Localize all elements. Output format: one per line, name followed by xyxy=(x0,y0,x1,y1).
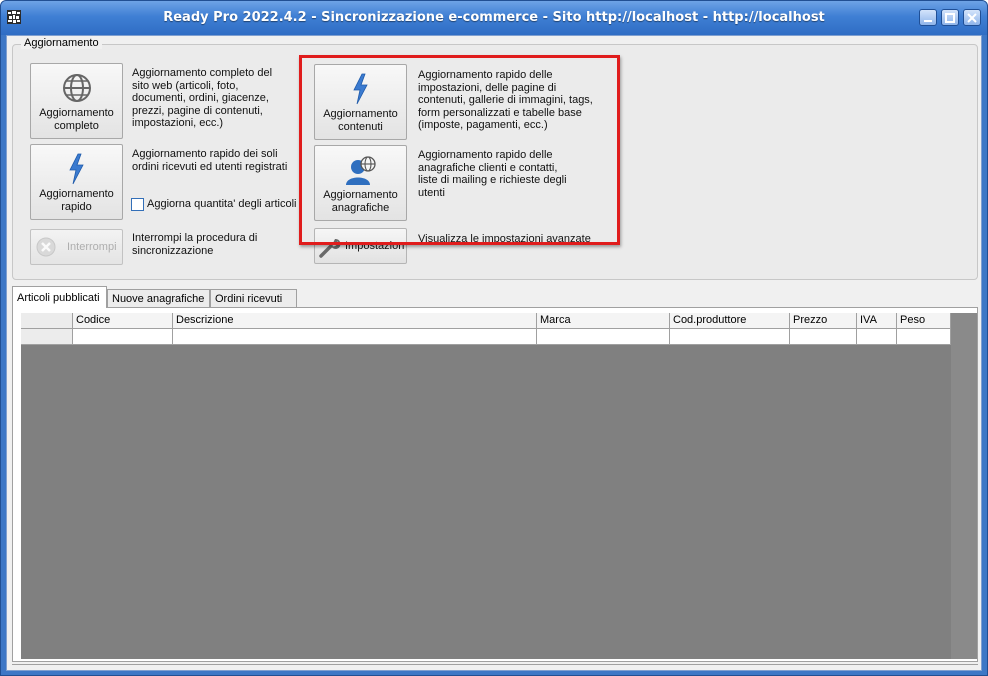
grid-empty-area xyxy=(951,313,977,659)
app-window: Ready Pro 2022.4.2 - Sincronizzazione e-… xyxy=(0,0,988,676)
cell-prezzo[interactable] xyxy=(790,329,857,345)
column-header-cod-produttore[interactable]: Cod.produttore xyxy=(670,313,790,329)
close-button[interactable] xyxy=(963,9,981,26)
minimize-icon xyxy=(924,19,932,22)
column-header-codice[interactable]: Codice xyxy=(73,313,173,329)
aggiornamento-completo-button[interactable]: Aggiornamento completo xyxy=(30,63,123,139)
tab-ordini-ricevuti[interactable]: Ordini ricevuti xyxy=(210,289,297,308)
cell-cod-produttore[interactable] xyxy=(670,329,790,345)
interrompi-description: Interrompi la procedura di sincronizzazi… xyxy=(132,232,258,257)
maximize-icon xyxy=(945,12,955,23)
highlight-rectangle xyxy=(299,55,620,245)
aggiornamento-rapido-button[interactable]: Aggiornamento rapido xyxy=(30,144,123,220)
column-header-iva[interactable]: IVA xyxy=(857,313,897,329)
title-bar[interactable]: Ready Pro 2022.4.2 - Sincronizzazione e-… xyxy=(1,1,987,35)
globe-icon xyxy=(62,74,91,102)
stop-icon xyxy=(36,237,56,257)
row-indicator[interactable] xyxy=(21,329,73,345)
tab-articoli-pubblicati[interactable]: Articoli pubblicati xyxy=(12,286,107,308)
column-header-peso[interactable]: Peso xyxy=(897,313,951,329)
aggiornamento-group: Aggiornamento Aggiornamento completo Agg… xyxy=(12,37,978,280)
close-icon xyxy=(967,12,977,23)
button-label: Aggiornamento completo xyxy=(39,107,114,132)
client-area: Aggiornamento Aggiornamento completo Agg… xyxy=(6,35,982,671)
cell-codice[interactable] xyxy=(73,329,173,345)
aggiorna-quantita-checkbox[interactable] xyxy=(131,198,144,211)
group-title: Aggiornamento xyxy=(21,37,102,49)
window-title: Ready Pro 2022.4.2 - Sincronizzazione e-… xyxy=(163,10,825,25)
cell-peso[interactable] xyxy=(897,329,951,345)
completo-description: Aggiornamento completo del sito web (art… xyxy=(132,67,273,129)
minimize-button[interactable] xyxy=(919,9,937,26)
articoli-grid[interactable]: Codice Descrizione Marca Cod.produttore … xyxy=(21,313,977,659)
cell-iva[interactable] xyxy=(857,329,897,345)
cell-marca[interactable] xyxy=(537,329,670,345)
bottom-edge xyxy=(12,664,978,668)
column-header-prezzo[interactable]: Prezzo xyxy=(790,313,857,329)
grid-header: Codice Descrizione Marca Cod.produttore … xyxy=(21,313,951,329)
column-header-descrizione[interactable]: Descrizione xyxy=(173,313,537,329)
lightning-icon xyxy=(68,153,84,185)
button-label: Aggiornamento rapido xyxy=(39,188,114,213)
tab-nuove-anagrafiche[interactable]: Nuove anagrafiche xyxy=(107,289,210,308)
checkbox-label[interactable]: Aggiorna quantita' degli articoli xyxy=(147,198,296,211)
table-row[interactable] xyxy=(21,329,951,345)
interrompi-button[interactable]: Interrompi xyxy=(30,229,123,265)
row-indicator-header xyxy=(21,313,73,329)
articoli-panel: Codice Descrizione Marca Cod.produttore … xyxy=(12,307,978,662)
rapido-description: Aggiornamento rapido dei soli ordini ric… xyxy=(132,148,288,173)
column-header-marca[interactable]: Marca xyxy=(537,313,670,329)
cell-descrizione[interactable] xyxy=(173,329,537,345)
button-label: Interrompi xyxy=(67,241,117,253)
maximize-button[interactable] xyxy=(941,9,959,26)
